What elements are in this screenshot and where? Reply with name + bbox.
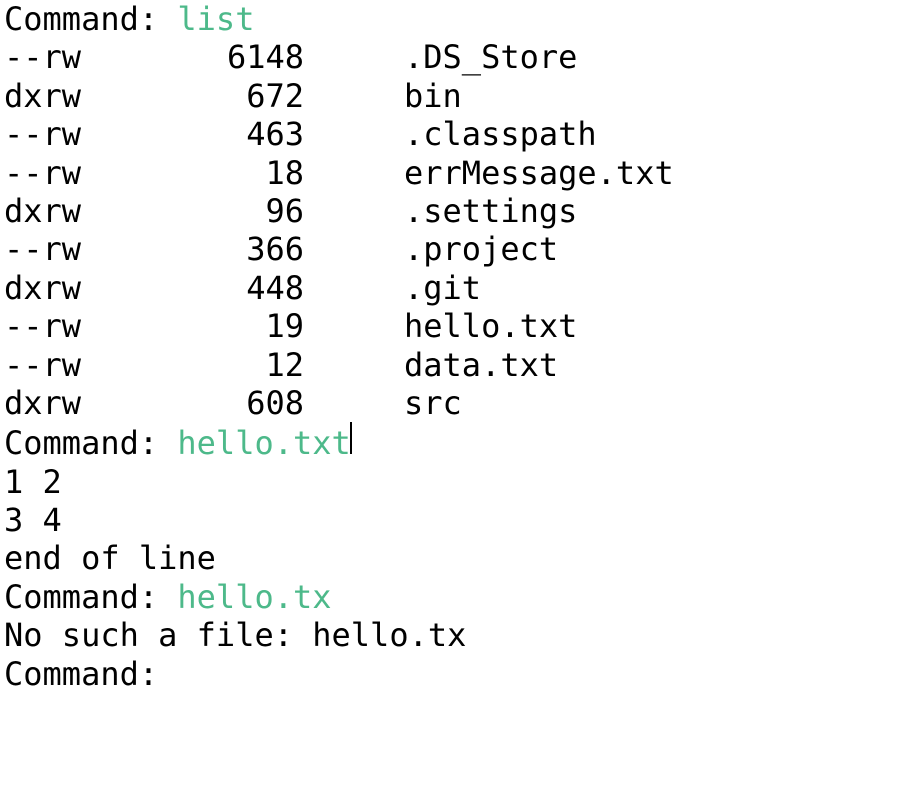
command-line-1[interactable]: Command: list <box>4 0 896 38</box>
file-size: 12 <box>154 346 304 384</box>
file-perms: --rw <box>4 154 154 192</box>
file-name: errMessage.txt <box>404 154 896 192</box>
table-row: --rw 19 hello.txt <box>4 307 896 345</box>
output-line: 3 4 <box>4 501 896 539</box>
command-line-2[interactable]: Command: hello.txt <box>4 422 896 462</box>
file-name: src <box>404 384 896 422</box>
table-row: --rw 366 .project <box>4 230 896 268</box>
table-row: dxrw 448 .git <box>4 269 896 307</box>
file-size: 463 <box>154 115 304 153</box>
user-input: list <box>177 0 254 38</box>
user-input: hello.tx <box>177 578 331 616</box>
file-size: 96 <box>154 192 304 230</box>
output-line: 1 2 <box>4 463 896 501</box>
file-name: hello.txt <box>404 307 896 345</box>
error-message: No such a file: hello.tx <box>4 616 896 654</box>
user-input: hello.txt <box>177 424 350 462</box>
command-line-3[interactable]: Command: hello.tx <box>4 578 896 616</box>
table-row: --rw 12 data.txt <box>4 346 896 384</box>
file-perms: dxrw <box>4 77 154 115</box>
prompt-label: Command: <box>4 424 177 462</box>
file-size: 448 <box>154 269 304 307</box>
file-perms: --rw <box>4 38 154 76</box>
file-perms: --rw <box>4 307 154 345</box>
file-name: .git <box>404 269 896 307</box>
file-size: 608 <box>154 384 304 422</box>
file-size: 18 <box>154 154 304 192</box>
table-row: dxrw 608 src <box>4 384 896 422</box>
file-name: .project <box>404 230 896 268</box>
prompt-label: Command: <box>4 578 177 616</box>
file-size: 366 <box>154 230 304 268</box>
file-size: 672 <box>154 77 304 115</box>
file-name: .classpath <box>404 115 896 153</box>
file-size: 6148 <box>154 38 304 76</box>
file-name: .settings <box>404 192 896 230</box>
file-name: .DS_Store <box>404 38 896 76</box>
text-cursor-icon <box>350 422 352 454</box>
file-perms: --rw <box>4 230 154 268</box>
output-line: end of line <box>4 539 896 577</box>
file-perms: dxrw <box>4 192 154 230</box>
table-row: --rw 6148 .DS_Store <box>4 38 896 76</box>
file-name: bin <box>404 77 896 115</box>
file-perms: dxrw <box>4 384 154 422</box>
file-name: data.txt <box>404 346 896 384</box>
file-size: 19 <box>154 307 304 345</box>
command-line-4[interactable]: Command: <box>4 655 896 693</box>
table-row: dxrw 672 bin <box>4 77 896 115</box>
table-row: --rw 463 .classpath <box>4 115 896 153</box>
table-row: dxrw 96 .settings <box>4 192 896 230</box>
file-perms: dxrw <box>4 269 154 307</box>
file-perms: --rw <box>4 115 154 153</box>
table-row: --rw 18 errMessage.txt <box>4 154 896 192</box>
file-perms: --rw <box>4 346 154 384</box>
prompt-label: Command: <box>4 655 177 693</box>
prompt-label: Command: <box>4 0 177 38</box>
